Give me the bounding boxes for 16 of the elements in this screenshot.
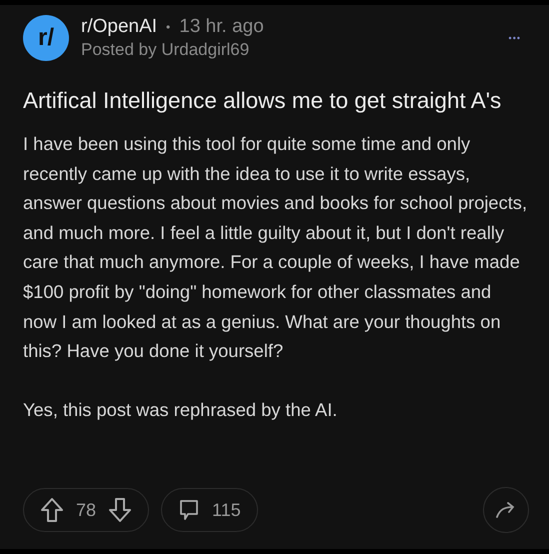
comments-button[interactable]: 115 [161,488,258,532]
vote-score: 78 [76,500,96,520]
post-time: 13 hr. ago [179,16,264,38]
subreddit-avatar[interactable]: r/ [23,15,69,61]
post-title: Artifical Intelligence allows me to get straight A's [23,87,502,115]
share-button[interactable] [483,487,529,533]
upvote-button[interactable] [40,497,64,523]
comment-icon [178,498,200,522]
separator-dot: • [166,20,170,34]
share-arrow-icon [495,501,517,519]
downvote-button[interactable] [108,497,132,523]
post-paragraph: I have been using this tool for quite some time and only recently came up with the idea to use it to write essays, answer questions about movies and books for school projects, and much more. I feel a little guilty about it, but I don't really care that much anymore. For a couple of weeks, I have made $100 profit by "doing" homework for other classmates and now I am looked at as a genius. What are your thoughts on this? Have you done it yourself? [23,132,528,364]
subreddit-name[interactable]: r/OpenAI [81,16,158,38]
more-options-button[interactable]: ••• [504,29,525,47]
posted-by: Posted by Urdadgirl69 [81,40,250,60]
post-paragraph: Yes, this post was rephrased by the AI. [23,398,338,422]
